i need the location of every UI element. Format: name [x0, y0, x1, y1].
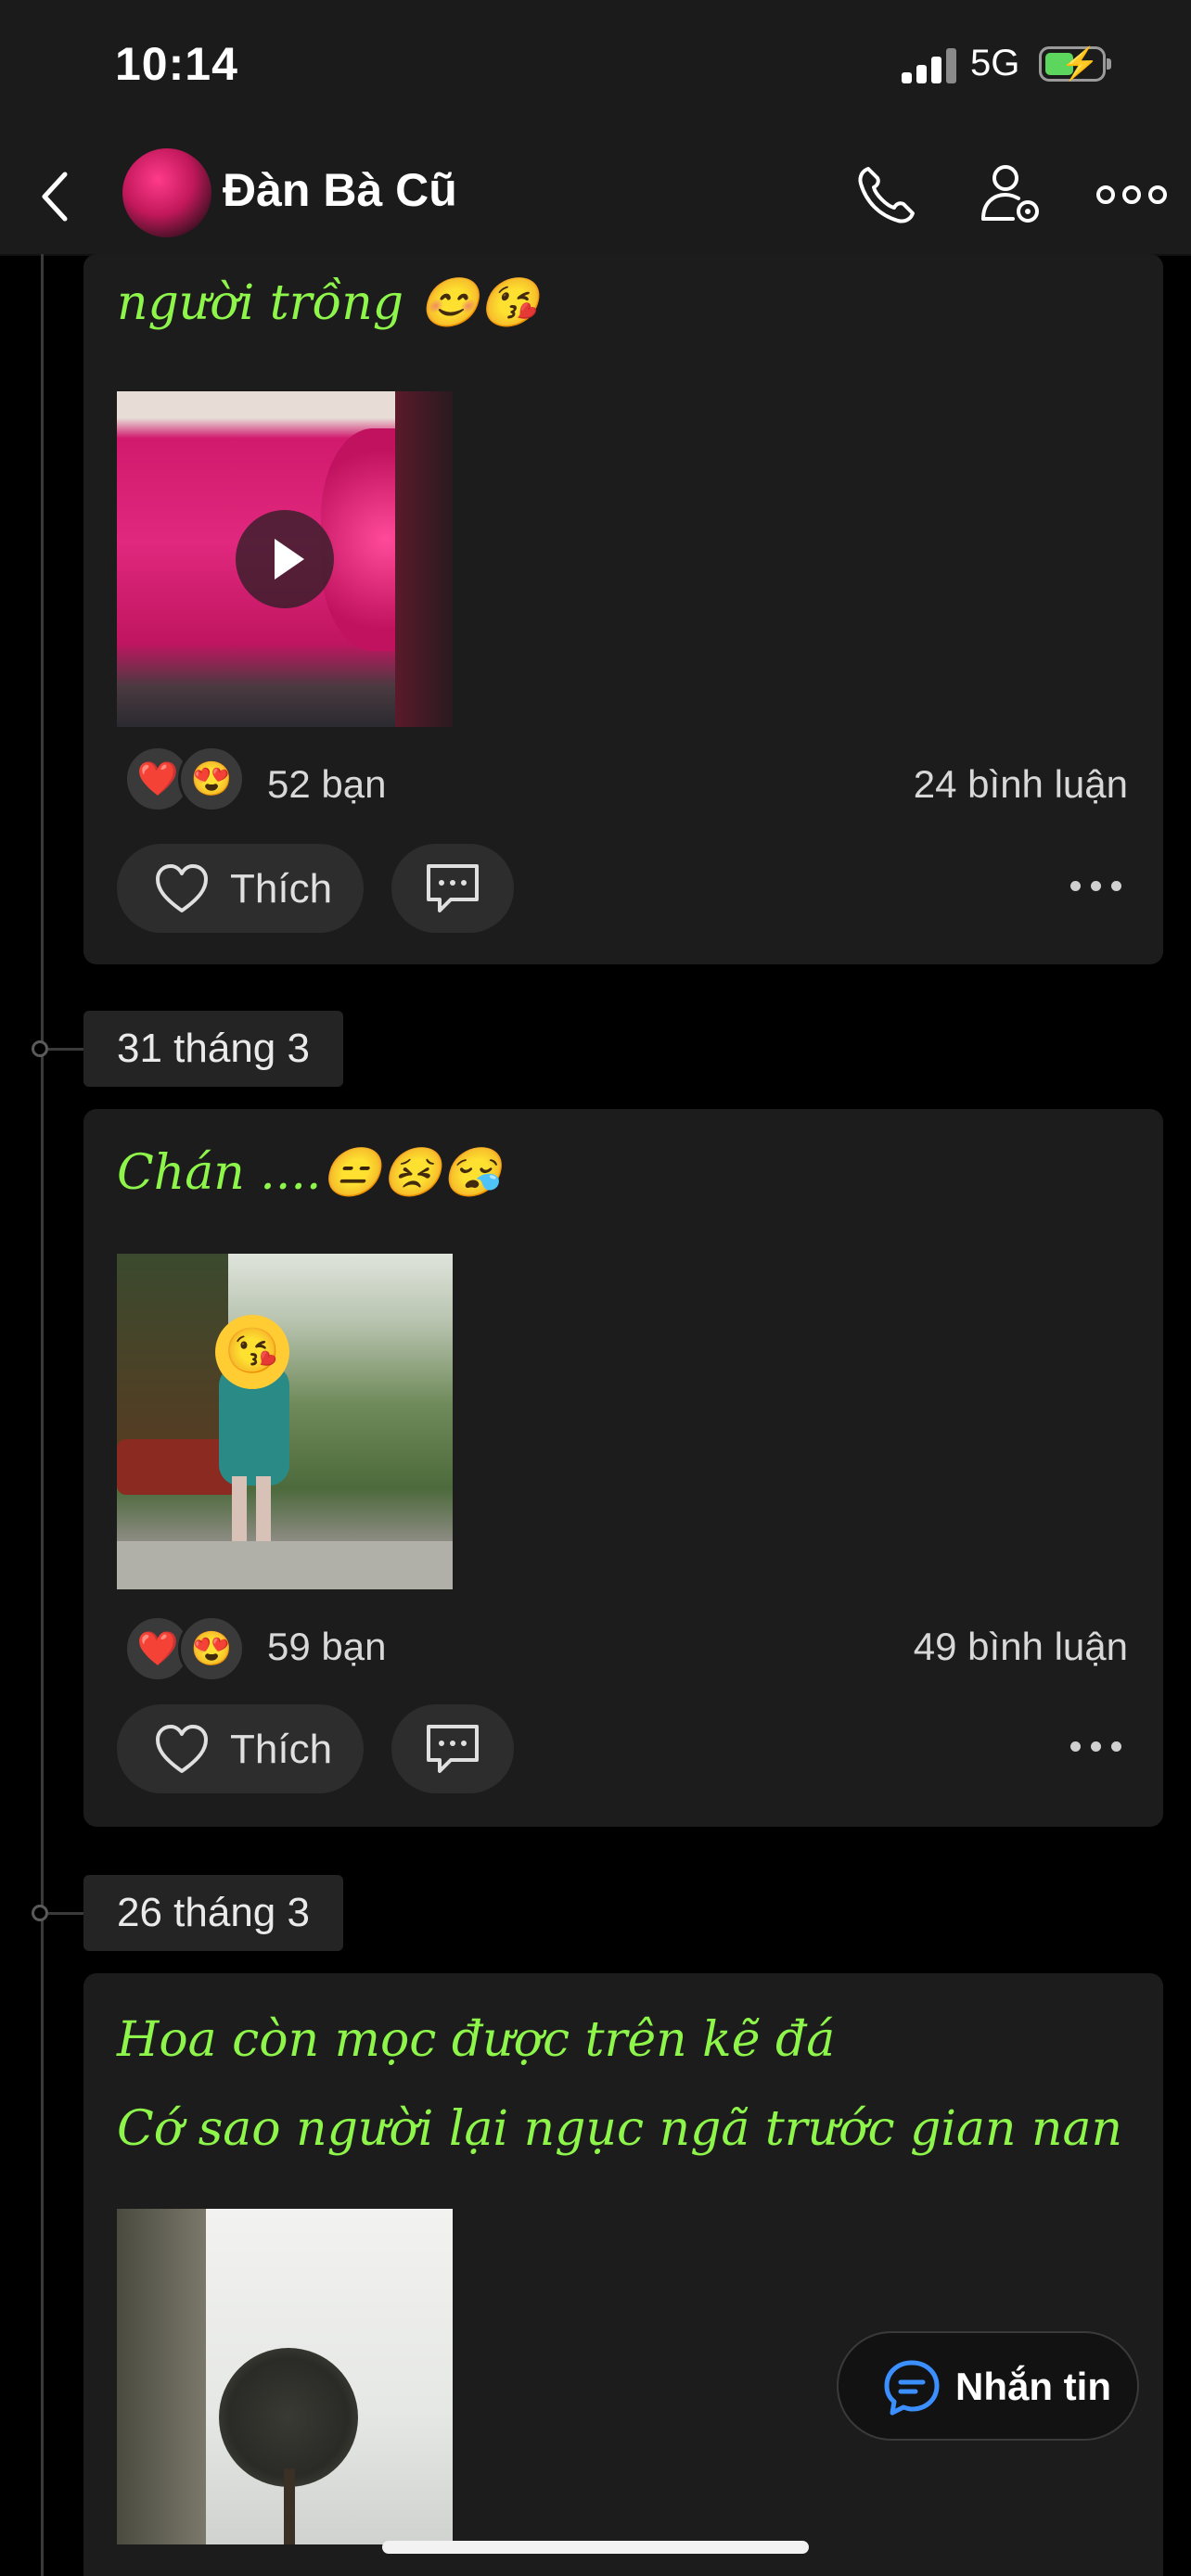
chat-header: Đàn Bà Cũ — [0, 139, 1191, 256]
timeline-connector — [48, 1048, 85, 1051]
comment-icon — [427, 864, 479, 912]
heart-icon — [156, 1725, 208, 1773]
phone-call-icon[interactable] — [852, 159, 922, 230]
reaction-count[interactable]: 59 bạn — [267, 1625, 386, 1669]
network-type: 5G — [970, 43, 1020, 83]
post-more-icon[interactable] — [1070, 881, 1122, 896]
heart-icon — [156, 864, 208, 912]
timeline-dot — [32, 1040, 48, 1057]
love-eyes-reaction-icon: 😍 — [178, 1615, 245, 1682]
status-bar: 10:14 5G ⚡ — [0, 0, 1191, 139]
photo-thumbnail[interactable] — [117, 2209, 453, 2544]
like-label: Thích — [230, 1727, 333, 1772]
cellular-signal-icon — [902, 48, 957, 83]
post-more-icon[interactable] — [1070, 1741, 1122, 1756]
comment-icon — [427, 1725, 479, 1773]
comment-count[interactable]: 24 bình luận — [914, 762, 1128, 807]
comment-count[interactable]: 49 bình luận — [914, 1625, 1128, 1669]
like-label: Thích — [230, 866, 333, 912]
video-thumbnail[interactable] — [117, 391, 453, 727]
profile-settings-icon[interactable] — [976, 159, 1046, 230]
more-options-icon[interactable] — [1095, 159, 1169, 230]
post-text-line-1: Hoa còn mọc được trên kẽ đá — [117, 2012, 836, 2068]
timeline-connector — [48, 1912, 85, 1915]
comment-button[interactable] — [391, 844, 514, 933]
message-bubble-icon — [884, 2360, 940, 2416]
post-text-line-2: Cớ sao người lại ngục ngã trước gian nan — [117, 2101, 1123, 2157]
post-text: Chán ....😑😣😪 — [117, 1145, 502, 1201]
status-time: 10:14 — [115, 38, 238, 90]
profile-name[interactable]: Đàn Bà Cũ — [223, 163, 457, 217]
post-card: Chán ....😑😣😪 😘 ❤️ 😍 59 bạn 49 bình luận … — [83, 1109, 1163, 1827]
timeline-line — [41, 254, 44, 2576]
like-button[interactable]: Thích — [117, 844, 364, 933]
avatar[interactable] — [122, 148, 211, 237]
send-message-label: Nhắn tin — [955, 2365, 1111, 2408]
date-label: 31 tháng 3 — [83, 1011, 343, 1087]
send-message-button[interactable]: Nhắn tin — [837, 2331, 1139, 2441]
post-text: người trồng 😊😘 — [117, 275, 540, 331]
play-icon[interactable] — [236, 510, 334, 608]
back-chevron-icon[interactable] — [37, 169, 74, 224]
post-card: Hoa còn mọc được trên kẽ đá Cớ sao người… — [83, 1973, 1163, 2576]
home-indicator[interactable] — [382, 2541, 809, 2554]
love-eyes-reaction-icon: 😍 — [178, 746, 245, 812]
comment-button[interactable] — [391, 1704, 514, 1793]
date-label: 26 tháng 3 — [83, 1875, 343, 1951]
timeline-dot — [32, 1905, 48, 1921]
reaction-count[interactable]: 52 bạn — [267, 762, 386, 807]
photo-thumbnail[interactable]: 😘 — [117, 1254, 453, 1589]
battery-icon: ⚡ — [1039, 46, 1111, 82]
like-button[interactable]: Thích — [117, 1704, 364, 1793]
post-card: người trồng 😊😘 ❤️ 😍 52 bạn 24 bình luận … — [83, 254, 1163, 964]
